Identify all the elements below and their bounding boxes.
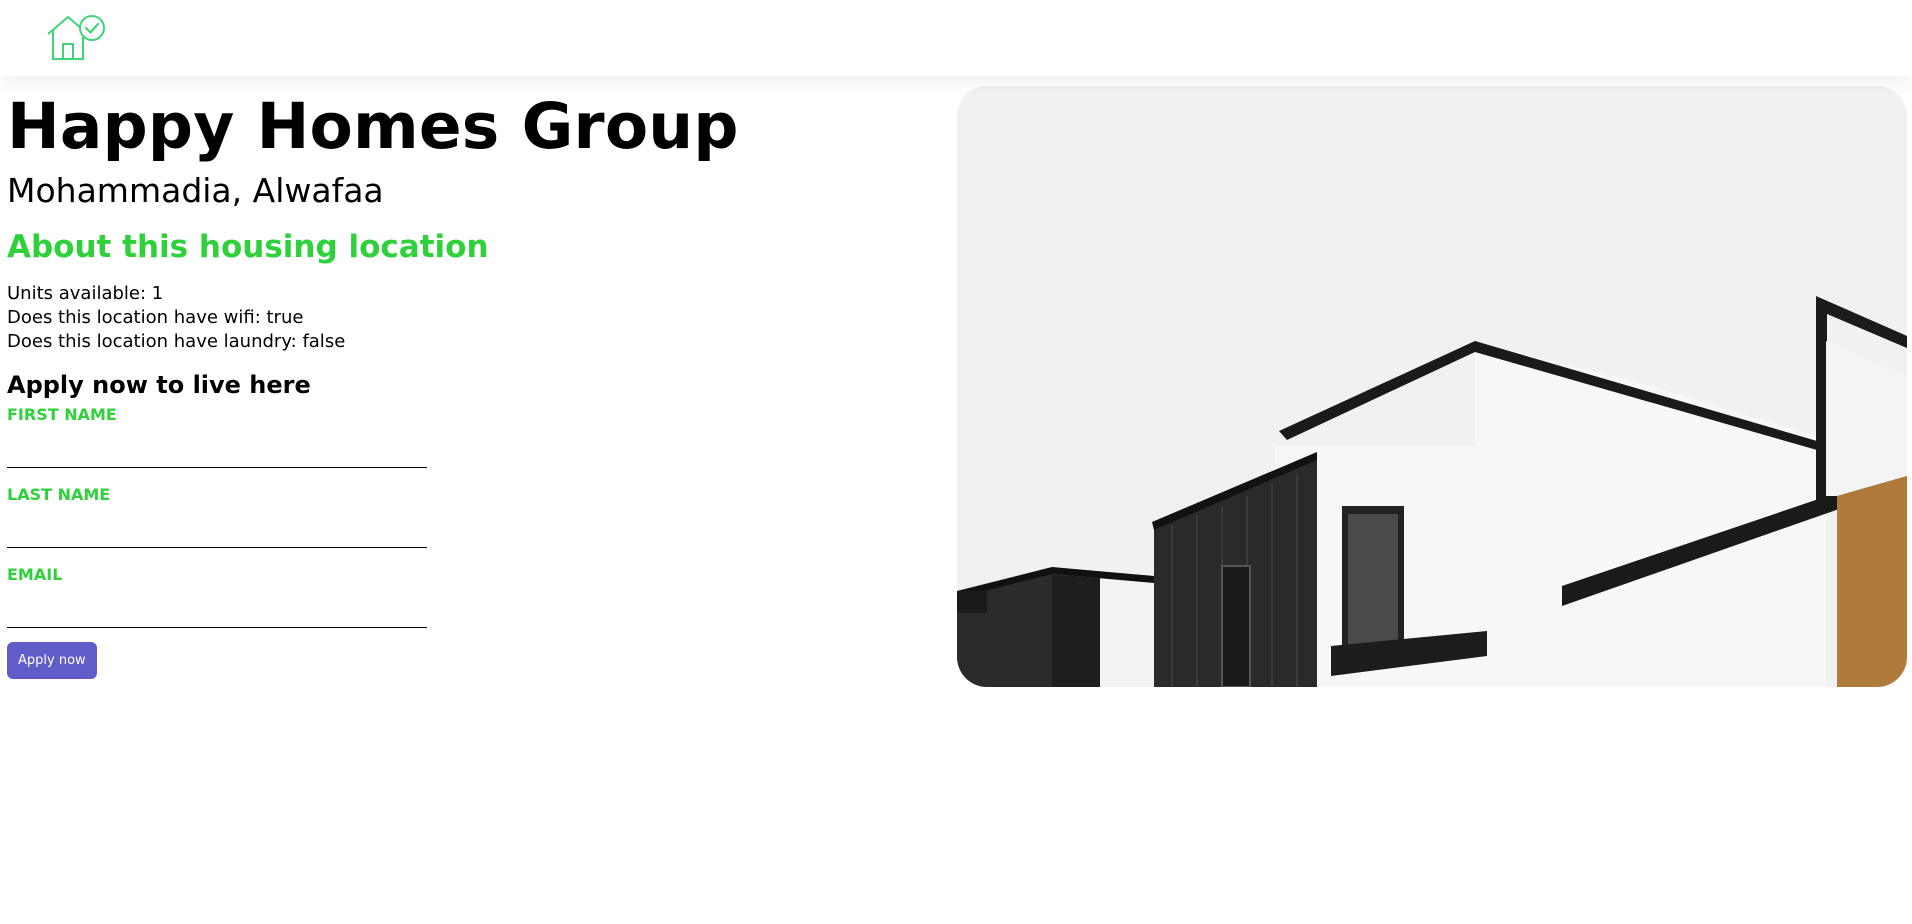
- features-list: Units available: 1 Does this location ha…: [7, 282, 767, 354]
- apply-now-button[interactable]: Apply now: [7, 642, 97, 679]
- listing-name: Happy Homes Group: [7, 90, 739, 163]
- listing-details: Happy Homes Group Mohammadia, Alwafaa Ab…: [7, 86, 767, 679]
- app-header: [0, 0, 1912, 76]
- apply-heading: Apply now to live here: [7, 371, 311, 399]
- feature-laundry: Does this location have laundry: false: [7, 331, 346, 352]
- feature-units: Units available: 1: [7, 283, 164, 304]
- last-name-label: LAST NAME: [7, 485, 111, 504]
- first-name-label: FIRST NAME: [7, 405, 117, 424]
- email-input[interactable]: [7, 598, 427, 628]
- listing-location: Mohammadia, Alwafaa: [7, 171, 384, 210]
- last-name-input[interactable]: [7, 518, 427, 548]
- about-heading: About this housing location: [7, 229, 489, 265]
- email-label: EMAIL: [7, 565, 63, 584]
- feature-wifi: Does this location have wifi: true: [7, 307, 304, 328]
- first-name-input[interactable]: [7, 438, 427, 468]
- house-check-icon[interactable]: [44, 12, 108, 62]
- modern-house-exterior-photo: [957, 86, 1907, 687]
- apply-form: FIRST NAME LAST NAME EMAIL Apply now: [7, 404, 767, 679]
